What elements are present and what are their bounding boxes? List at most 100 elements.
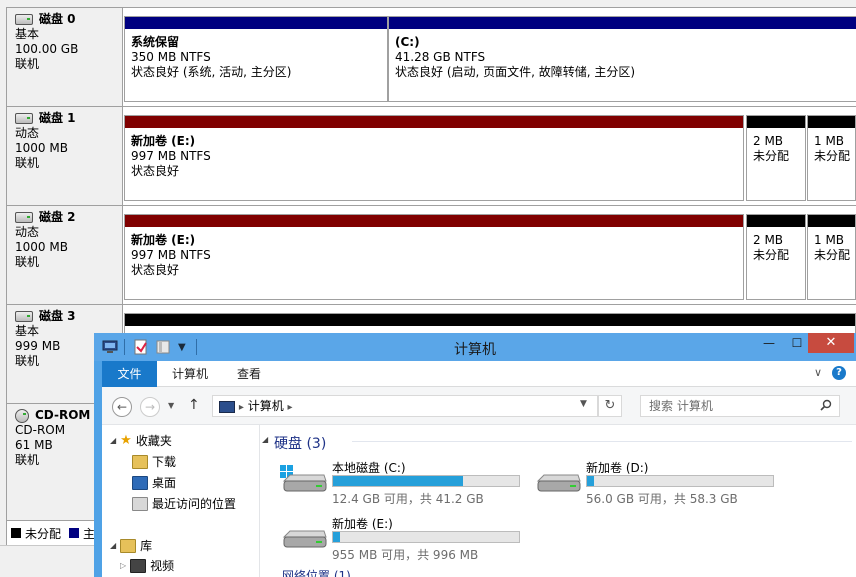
partition-system-reserved[interactable]: 系统保留 350 MB NTFS 状态良好 (系统, 活动, 主分区) <box>124 16 388 102</box>
tab-view[interactable]: 查看 <box>237 361 261 387</box>
disk-row-0[interactable]: 磁盘 0 基本 100.00 GB 联机 系统保留 350 MB NTFS 状态… <box>7 8 856 107</box>
address-bar[interactable]: ▸ 计算机 ▸ <box>212 395 598 417</box>
partition-unallocated[interactable]: 1 MB 未分配 <box>807 115 856 201</box>
back-button[interactable]: ← <box>112 397 132 417</box>
nav-downloads[interactable]: 下载 <box>132 452 176 472</box>
partition-e[interactable]: 新加卷 (E:) 997 MB NTFS 状态良好 <box>124 214 744 300</box>
disk-name: 磁盘 2 <box>39 210 76 224</box>
library-icon <box>120 539 137 553</box>
collapse-arrow-icon[interactable]: ◢ <box>110 536 116 556</box>
legend-swatch-primary <box>69 528 80 538</box>
partition-c[interactable]: (C:) 41.28 GB NTFS 状态良好 (启动, 页面文件, 故障转储,… <box>388 16 856 102</box>
partition-size: 1 MB <box>814 233 845 247</box>
partition-bar <box>808 116 855 128</box>
partition-status: 状态良好 (启动, 页面文件, 故障转储, 主分区) <box>395 65 636 79</box>
nav-label: 库 <box>140 539 153 553</box>
disk-status: 联机 <box>15 156 40 170</box>
partition-size: 2 MB <box>753 233 784 247</box>
disk-size: 1000 MB <box>15 240 68 254</box>
help-icon[interactable]: ? <box>832 366 846 380</box>
partition-status: 未分配 <box>753 248 790 262</box>
partition-title: (C:) <box>395 35 420 49</box>
disk-name: 磁盘 3 <box>39 309 76 323</box>
top-divider <box>6 0 856 8</box>
partition-bar <box>389 17 856 29</box>
partition-unallocated[interactable]: 1 MB 未分配 <box>807 214 856 300</box>
disk-info-2[interactable]: 磁盘 2 动态 1000 MB 联机 <box>7 206 123 304</box>
group-header-network[interactable]: 网络位置 (1) <box>282 567 351 577</box>
drive-usage-fill <box>333 532 341 542</box>
close-button[interactable]: ✕ <box>808 333 854 353</box>
group-collapse-icon[interactable]: ◢ <box>262 435 268 444</box>
system-drive-icon <box>280 465 328 495</box>
up-button[interactable]: ↑ <box>188 397 200 413</box>
downloads-icon <box>132 455 148 469</box>
drive-item-e[interactable]: 新加卷 (E:) 955 MB 可用，共 996 MB <box>280 515 520 562</box>
drive-free-space: 955 MB 可用，共 996 MB <box>332 548 479 562</box>
partition-bar <box>125 314 855 326</box>
breadcrumb-chevron-icon[interactable]: ▸ <box>239 402 244 413</box>
tab-computer[interactable]: 计算机 <box>172 361 208 387</box>
drive-name: 新加卷 (E:) <box>332 517 393 531</box>
disk-name: CD-ROM <box>35 408 91 422</box>
minimize-button[interactable]: — <box>754 333 784 353</box>
drive-item-d[interactable]: 新加卷 (D:) 56.0 GB 可用，共 58.3 GB <box>534 459 774 506</box>
address-dropdown-icon[interactable]: ▼ <box>580 399 587 409</box>
disk-icon <box>15 212 33 223</box>
recent-places-icon <box>132 497 148 511</box>
legend-swatch-unallocated <box>11 528 21 538</box>
drive-free-space: 12.4 GB 可用，共 41.2 GB <box>332 492 484 506</box>
disk-size: 1000 MB <box>15 141 68 155</box>
breadcrumb-chevron-icon[interactable]: ▸ <box>288 402 293 413</box>
nav-label: 视频 <box>150 559 175 573</box>
disk-status: 联机 <box>15 57 40 71</box>
partition-status: 未分配 <box>814 149 851 163</box>
disk-size: 100.00 GB <box>15 42 79 56</box>
title-bar[interactable]: ▼ 计算机 — ☐ ✕ <box>94 333 856 361</box>
partition-bar <box>125 116 743 128</box>
window-content: 文件 计算机 查看 ∨ ? ← → ▼ ↑ ▸ 计算机 ▸ ▼ ↻ 搜索 计算机 <box>102 361 856 577</box>
partition-unallocated[interactable]: 2 MB 未分配 <box>746 115 806 201</box>
breadcrumb-computer[interactable]: 计算机 <box>248 399 284 413</box>
drive-name: 本地磁盘 (C:) <box>332 461 406 475</box>
partition-size: 997 MB NTFS <box>131 149 211 163</box>
drive-item-c[interactable]: 本地磁盘 (C:) 12.4 GB 可用，共 41.2 GB <box>280 459 520 506</box>
desktop-icon <box>132 476 148 490</box>
nav-recent[interactable]: 最近访问的位置 <box>132 494 236 514</box>
nav-videos[interactable]: ▷ 视频 <box>120 556 174 576</box>
partition-unallocated[interactable]: 2 MB 未分配 <box>746 214 806 300</box>
nav-label: 最近访问的位置 <box>152 497 237 511</box>
group-header-hard-drives[interactable]: 硬盘 (3) <box>274 433 326 453</box>
nav-favorites[interactable]: ◢ ★ 收藏夹 <box>110 431 172 451</box>
forward-button[interactable]: → <box>140 397 160 417</box>
collapse-arrow-icon[interactable]: ◢ <box>110 431 116 451</box>
search-icon[interactable] <box>820 399 832 414</box>
drive-usage-bar <box>332 531 520 543</box>
partition-bar <box>125 215 743 227</box>
partition-bar <box>747 215 805 227</box>
group-divider <box>352 441 852 442</box>
refresh-button[interactable]: ↻ <box>598 395 622 417</box>
address-row: ← → ▼ ↑ ▸ 计算机 ▸ ▼ ↻ 搜索 计算机 <box>102 387 856 425</box>
recent-locations-icon[interactable]: ▼ <box>168 401 174 410</box>
disk-type: 动态 <box>15 225 40 239</box>
expand-arrow-icon[interactable]: ▷ <box>120 556 126 576</box>
drive-usage-fill <box>333 476 464 486</box>
disk-info-0[interactable]: 磁盘 0 基本 100.00 GB 联机 <box>7 8 123 106</box>
partition-bar <box>125 17 387 29</box>
partition-status: 状态良好 <box>131 164 180 178</box>
partition-status: 状态良好 (系统, 活动, 主分区) <box>131 65 292 79</box>
disk-info-1[interactable]: 磁盘 1 动态 1000 MB 联机 <box>7 107 123 205</box>
tab-file[interactable]: 文件 <box>102 361 157 387</box>
partition-e[interactable]: 新加卷 (E:) 997 MB NTFS 状态良好 <box>124 115 744 201</box>
search-input[interactable]: 搜索 计算机 <box>640 395 840 417</box>
cd-icon <box>15 408 29 423</box>
disk-row-1[interactable]: 磁盘 1 动态 1000 MB 联机 新加卷 (E:) 997 MB NTFS … <box>7 107 856 206</box>
disk-row-2[interactable]: 磁盘 2 动态 1000 MB 联机 新加卷 (E:) 997 MB NTFS … <box>7 206 856 305</box>
explorer-window[interactable]: ▼ 计算机 — ☐ ✕ 文件 计算机 查看 ∨ ? ← → ▼ ↑ ▸ 计算机 … <box>94 333 856 577</box>
nav-library[interactable]: ◢ 库 <box>110 536 152 556</box>
expand-ribbon-icon[interactable]: ∨ <box>814 366 822 379</box>
nav-desktop[interactable]: 桌面 <box>132 473 176 493</box>
nav-label: 收藏夹 <box>135 434 172 448</box>
partition-size: 997 MB NTFS <box>131 248 211 262</box>
